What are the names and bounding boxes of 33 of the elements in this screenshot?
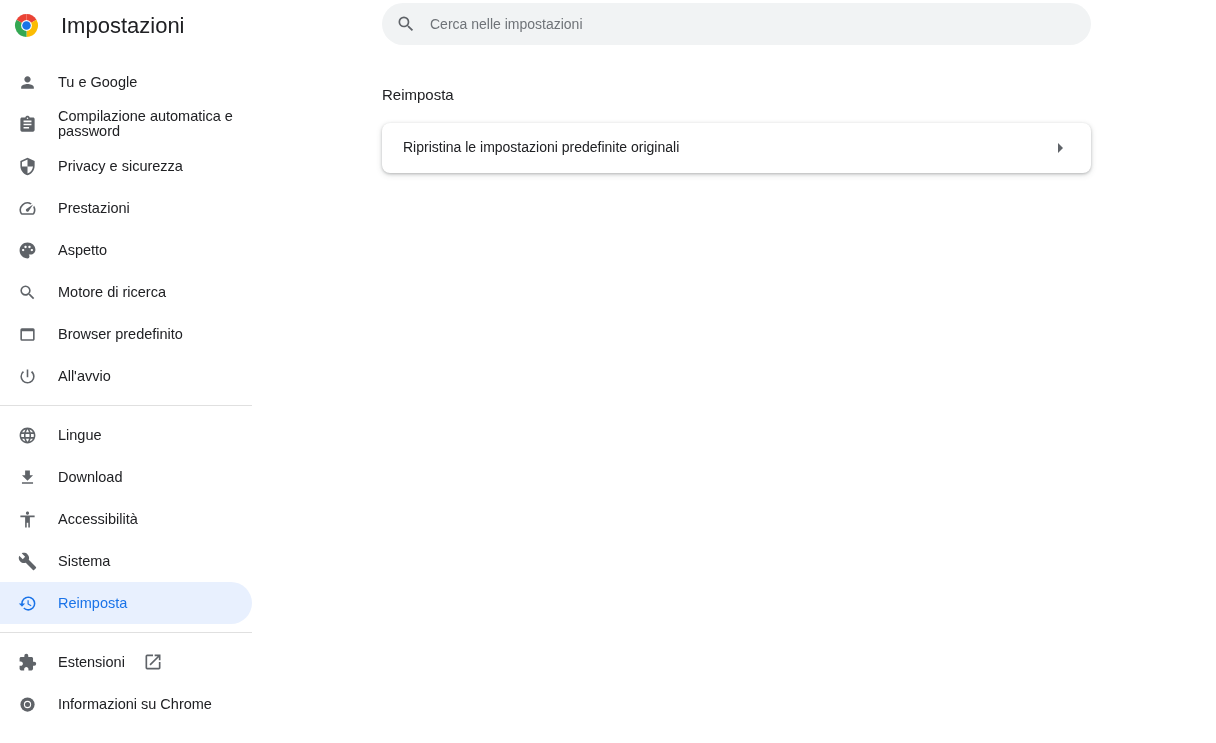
sidebar-item[interactable]: Privacy e sicurezza [0, 145, 252, 187]
shield-icon [18, 156, 37, 176]
section-heading: Reimposta [382, 85, 455, 105]
puzzle-icon [18, 652, 37, 672]
settings-title: Impostazioni [61, 11, 185, 40]
clipboard-icon [18, 114, 37, 134]
chrome-logo-icon [14, 12, 39, 38]
accessibility-icon [18, 509, 37, 529]
search-icon [18, 282, 37, 302]
sidebar-item[interactable]: Lingue [0, 414, 252, 456]
sidebar-item[interactable]: Informazioni su Chrome [0, 683, 252, 725]
sidebar-item[interactable]: Download [0, 456, 252, 498]
sidebar-item[interactable]: Reimposta [0, 582, 252, 624]
sidebar-item[interactable]: Browser predefinito [0, 313, 252, 355]
caret-icon [1058, 142, 1063, 153]
chrome-icon [18, 694, 37, 714]
sidebar-item[interactable]: Aspetto [0, 229, 252, 271]
sidebar-item[interactable]: Prestazioni [0, 187, 252, 229]
sidebar-item[interactable]: Estensioni [0, 641, 252, 683]
history-icon [18, 593, 37, 613]
sidebar-item[interactable]: Compilazione automatica e password [0, 103, 252, 145]
sidebar-item[interactable]: Tu e Google [0, 61, 252, 103]
wrench-icon [18, 551, 37, 571]
palette-icon [18, 240, 37, 260]
search-field[interactable]: Cerca nelle impostazioni [382, 3, 1091, 45]
reset-settings-row[interactable]: Ripristina le impostazioni predefinite originali [382, 122, 1091, 173]
sidebar-item[interactable]: Accessibilità [0, 498, 252, 540]
sidebar-item[interactable]: Sistema [0, 540, 252, 582]
search-icon [396, 14, 416, 34]
sidebar-item[interactable]: All'avvio [0, 355, 252, 397]
sidebar-item[interactable]: Motore di ricerca [0, 271, 252, 313]
globe-icon [18, 425, 37, 445]
power-icon [18, 366, 37, 386]
